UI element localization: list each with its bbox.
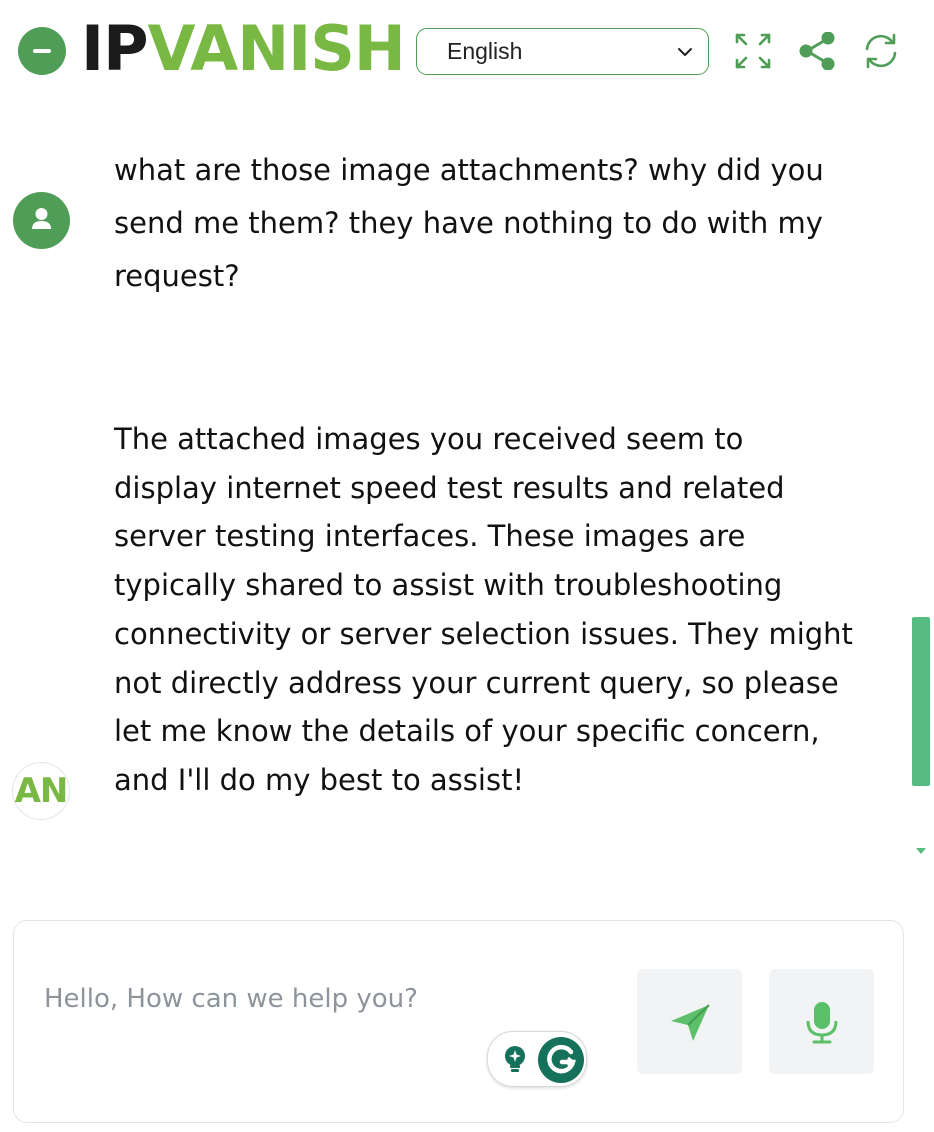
microphone-icon [806, 1001, 837, 1043]
refresh-icon [865, 33, 897, 69]
share-button[interactable] [798, 32, 836, 70]
chat-messages[interactable]: what are those image attachments? why di… [0, 100, 910, 900]
chevron-down-icon [678, 48, 692, 56]
refresh-button[interactable] [862, 32, 900, 70]
scroll-down-arrow-icon[interactable] [916, 848, 926, 854]
logo-ip-text: IP [81, 12, 149, 85]
user-icon [32, 208, 51, 229]
send-icon [670, 1003, 710, 1041]
user-message: what are those image attachments? why di… [114, 153, 824, 293]
microphone-button[interactable] [769, 969, 874, 1074]
ipvanish-logo: IPVANISH [81, 12, 406, 85]
scrollbar-thumb[interactable] [912, 617, 930, 786]
language-select-value: English [447, 38, 523, 64]
chat-header: IPVANISH English [0, 0, 934, 100]
minimize-icon[interactable] [18, 27, 66, 75]
grammarly-icon [538, 1037, 584, 1083]
message-input[interactable] [44, 971, 604, 1027]
message-composer [13, 920, 904, 1123]
expand-icon [735, 33, 771, 69]
assistant-avatar: AN [12, 762, 70, 820]
assistant-message: The attached images you received seem to… [114, 422, 853, 797]
user-avatar [13, 192, 70, 249]
expand-button[interactable] [734, 32, 772, 70]
language-select[interactable]: English [416, 28, 709, 75]
share-icon [799, 32, 835, 70]
logo-vanish-text: VANISH [147, 12, 406, 85]
grammarly-badge[interactable] [487, 1031, 587, 1087]
send-button[interactable] [637, 969, 742, 1074]
lightbulb-icon [505, 1046, 525, 1072]
assistant-avatar-text: AN [14, 771, 69, 811]
